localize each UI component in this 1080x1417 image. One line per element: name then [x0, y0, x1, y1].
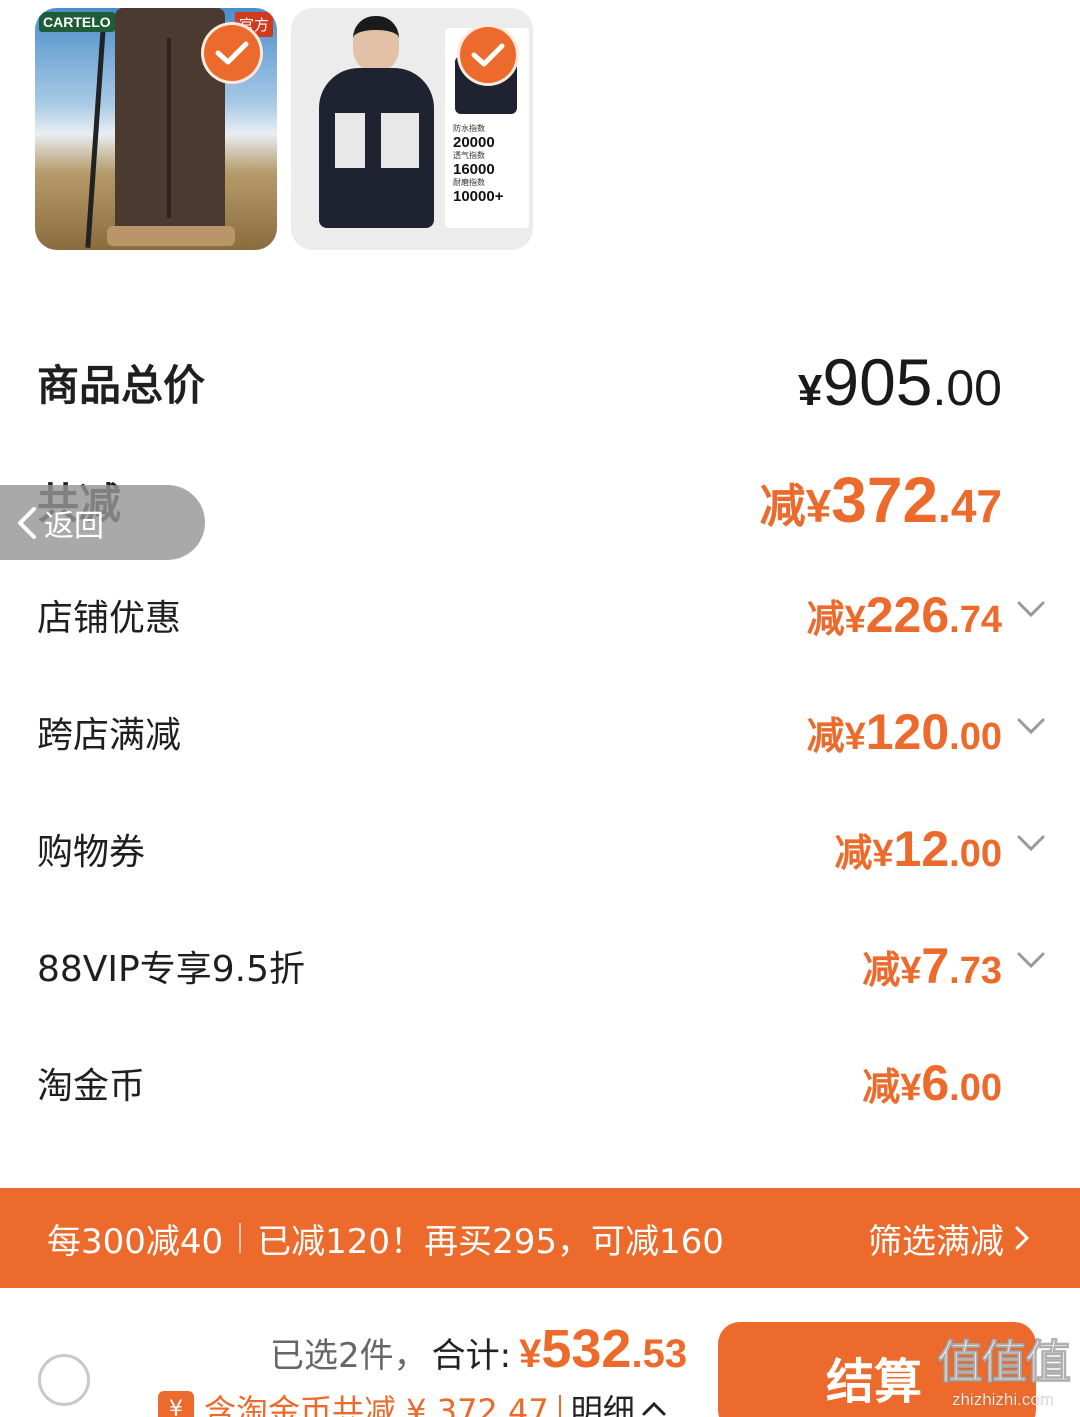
discount-value: 减¥ 7.73 — [862, 938, 1002, 994]
total-price-label: 商品总价 — [37, 360, 206, 410]
promo-rule: 每300减40 — [47, 1221, 224, 1262]
filter-discount-button[interactable]: 筛选满减 — [868, 1214, 1030, 1263]
total-price-value: ¥905.00 — [797, 345, 1002, 419]
chevron-right-icon — [1015, 1226, 1030, 1250]
chevron-down-icon[interactable] — [1016, 950, 1046, 970]
back-label: 返回 — [44, 508, 104, 544]
chevron-down-icon[interactable] — [1016, 599, 1046, 619]
promo-bar: 每300减40 已减120！再买295，可减160 筛选满减 — [0, 1188, 1080, 1288]
trekking-pole — [85, 28, 106, 248]
chevron-up-icon — [642, 1401, 666, 1416]
watermark-site: zhizhizhi.com — [951, 1390, 1055, 1409]
discount-label: 购物券 — [37, 832, 146, 873]
brand-logo: CARTELO — [39, 12, 115, 32]
total-price-row: 商品总价 ¥905.00 — [37, 345, 1080, 419]
total-label: 合计: — [431, 1336, 512, 1376]
check-icon[interactable] — [201, 22, 263, 84]
discount-value: 减¥ 226.74 — [806, 587, 1002, 643]
discount-label: 88VIP专享9.5折 — [37, 949, 306, 990]
discount-row-coupon[interactable]: 购物券 减¥ 12.00 — [37, 819, 1080, 879]
checkout-label: 结算 — [826, 1354, 923, 1410]
selected-products: CARTELO 官方 防水指数 20000 透气指数 16000 耐磨指数 10000… — [35, 8, 533, 250]
discount-detail-text: 含淘金币共减 ¥ 372.47 — [204, 1392, 549, 1417]
discount-row-cross-store[interactable]: 跨店满减 减¥ 120.00 — [37, 702, 1080, 762]
detail-link[interactable]: 明细 — [571, 1386, 635, 1417]
discount-row-store[interactable]: 店铺优惠 减¥ 226.74 — [37, 585, 1080, 645]
product-thumbnail-pants[interactable]: CARTELO 官方 — [35, 8, 277, 250]
coin-icon: ¥ — [158, 1391, 194, 1417]
selected-count: 已选2件， — [270, 1336, 428, 1376]
discount-label: 跨店满减 — [37, 715, 182, 756]
discount-value: 减¥ 12.00 — [834, 821, 1002, 877]
spec-waterproof: 防水指数 20000 — [453, 124, 495, 151]
checkout-bar: 已选2件， 合计: ¥532.53 ¥ 含淘金币共减 ¥ 372.47 明细 结… — [0, 1288, 1080, 1417]
select-all-checkbox[interactable] — [38, 1354, 90, 1406]
discount-label: 淘金币 — [37, 1066, 146, 1107]
product-thumbnail-jacket[interactable]: 防水指数 20000 透气指数 16000 耐磨指数 10000+ — [291, 8, 533, 250]
discount-value: 减¥ 6.00 — [862, 1055, 1002, 1111]
boots-image — [107, 226, 235, 246]
back-button[interactable]: 返回 — [0, 485, 205, 560]
check-icon[interactable] — [457, 24, 519, 86]
discount-row-coins: 淘金币 减¥ 6.00 — [37, 1053, 1080, 1113]
divider — [239, 1223, 242, 1253]
total-discount-value: 减¥ 372.47 — [759, 464, 1002, 536]
model-head — [353, 16, 399, 72]
chevron-down-icon[interactable] — [1016, 833, 1046, 853]
discount-row-88vip[interactable]: 88VIP专享9.5折 减¥ 7.73 — [37, 936, 1080, 996]
site-watermark: 值值值 zhizhizhi.com — [928, 1326, 1078, 1410]
discount-value: 减¥ 120.00 — [806, 704, 1002, 760]
chevron-down-icon[interactable] — [1016, 716, 1046, 736]
spec-breathable: 透气指数 16000 — [453, 151, 495, 178]
order-summary: 已选2件， 合计: ¥532.53 — [270, 1318, 687, 1380]
chevron-left-icon — [18, 506, 36, 539]
discount-label: 店铺优惠 — [37, 598, 182, 639]
discount-detail[interactable]: ¥ 含淘金币共减 ¥ 372.47 明细 — [158, 1386, 667, 1417]
watermark-logo: 值值值 — [937, 1335, 1072, 1390]
promo-status: 已减120！再买295，可减160 — [257, 1221, 724, 1262]
divider — [558, 1395, 561, 1417]
spec-abrasion: 耐磨指数 10000+ — [453, 178, 504, 205]
total-amount: ¥532.53 — [519, 1319, 688, 1379]
filter-label: 筛选满减 — [868, 1221, 1004, 1262]
jacket-image — [319, 68, 434, 228]
